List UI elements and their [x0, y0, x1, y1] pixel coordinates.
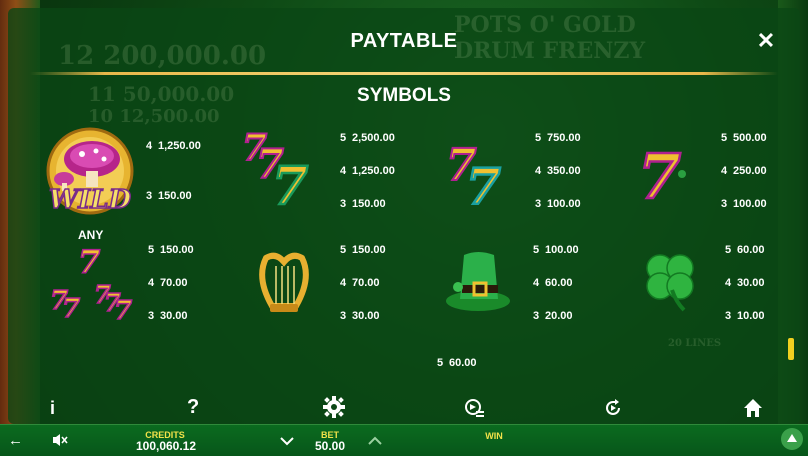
pay-amount: 10.00 [737, 310, 765, 322]
help-icon[interactable]: ? [187, 396, 199, 419]
pay-amount: 30.00 [160, 310, 188, 322]
leprechaun-hat-symbol [444, 247, 514, 315]
pay-count: 3 [340, 310, 347, 322]
pay-count: 5 [535, 132, 542, 144]
pay-amount: 150.00 [160, 244, 194, 256]
single-seven-symbol: 7 [636, 139, 696, 214]
pay-count: 5 [148, 244, 155, 256]
pay-amount: 60.00 [545, 277, 573, 289]
pay-amount: 100.00 [733, 198, 767, 210]
pay-amount: 500.00 [733, 132, 767, 144]
pay-amount: 350.00 [547, 165, 581, 177]
pay-amount: 100.00 [545, 244, 579, 256]
svg-text:7: 7 [62, 294, 80, 321]
pay-amount: 30.00 [352, 310, 380, 322]
pay-amount: 1,250.00 [158, 140, 201, 152]
pay-count: 5 [721, 132, 728, 144]
pay-count: 3 [148, 310, 155, 322]
wild-symbol: WILD [44, 127, 136, 219]
pay-count: 4 [340, 277, 347, 289]
double-seven-symbol: 7 7 [444, 138, 524, 217]
pay-count: 5 [340, 244, 347, 256]
pay-amount: 20.00 [545, 310, 573, 322]
close-icon[interactable]: ✕ [756, 30, 776, 52]
triple-seven-symbol: 7 7 7 [240, 126, 330, 218]
pay-amount: 150.00 [352, 198, 386, 210]
pay-count: 4 [340, 165, 347, 177]
svg-text:7: 7 [466, 157, 501, 208]
pay-count: 5 [437, 357, 444, 369]
pay-amount: 60.00 [737, 244, 765, 256]
wild-label: WILD [48, 184, 132, 216]
info-icon[interactable]: i [50, 398, 55, 419]
home-icon[interactable] [742, 397, 764, 419]
svg-text:7: 7 [78, 243, 100, 281]
pay-count: 4 [533, 277, 540, 289]
bet-decrease-icon[interactable] [280, 434, 294, 446]
win-label: WIN [485, 431, 503, 441]
pay-amount: 1,250.00 [352, 165, 395, 177]
pay-amount: 150.00 [158, 190, 192, 202]
clover-symbol [640, 250, 702, 312]
svg-text:7: 7 [114, 296, 132, 321]
pay-amount: 70.00 [352, 277, 380, 289]
pay-count: 3 [721, 198, 728, 210]
svg-text:7: 7 [638, 140, 681, 204]
pay-count: 3 [535, 198, 542, 210]
jackpot-amount: 10 12,500.00 [88, 106, 220, 127]
pay-amount: 2,500.00 [352, 132, 395, 144]
credits-value: 100,060.12 [135, 439, 197, 453]
settings-icon[interactable] [323, 396, 345, 418]
pay-count: 4 [148, 277, 155, 289]
title-divider [30, 72, 778, 75]
harp-symbol [252, 248, 316, 316]
bottom-bar: ← CREDITS 100,060.12 BET 50.00 WIN [0, 424, 808, 456]
any-seven-label: ANY [78, 228, 104, 242]
paytable-title: PAYTABLE [350, 30, 458, 52]
pay-count: 3 [146, 190, 153, 202]
bet-value: 50.00 [314, 439, 346, 453]
lines-label: 20 LINES [668, 338, 722, 349]
pay-count: 4 [535, 165, 542, 177]
pay-count: 3 [533, 310, 540, 322]
any-seven-symbol: 7 7 7 7 7 7 [48, 242, 144, 327]
autoplay-icon[interactable] [463, 397, 485, 419]
pay-amount: 60.00 [449, 357, 477, 369]
pay-amount: 750.00 [547, 132, 581, 144]
next-symbol-paytable: 5 60.00 [437, 357, 477, 369]
symbols-section-title: SYMBOLS [357, 85, 451, 106]
turbo-icon[interactable] [781, 428, 803, 450]
replay-icon[interactable] [603, 398, 623, 418]
paytable-scrollbar[interactable] [788, 338, 794, 360]
pay-count: 3 [725, 310, 732, 322]
pay-amount: 150.00 [352, 244, 386, 256]
bet-increase-icon[interactable] [368, 434, 382, 446]
pay-amount: 30.00 [737, 277, 765, 289]
pay-amount: 100.00 [547, 198, 581, 210]
mute-icon[interactable] [52, 433, 68, 447]
pay-count: 4 [721, 165, 728, 177]
pay-count: 3 [340, 198, 347, 210]
pay-amount: 250.00 [733, 165, 767, 177]
svg-text:7: 7 [272, 156, 308, 208]
back-arrow-icon[interactable]: ← [8, 432, 23, 449]
pay-count: 5 [725, 244, 732, 256]
pay-count: 5 [340, 132, 347, 144]
pay-count: 4 [146, 140, 153, 152]
pay-count: 4 [725, 277, 732, 289]
pay-count: 5 [533, 244, 540, 256]
pay-amount: 70.00 [160, 277, 188, 289]
